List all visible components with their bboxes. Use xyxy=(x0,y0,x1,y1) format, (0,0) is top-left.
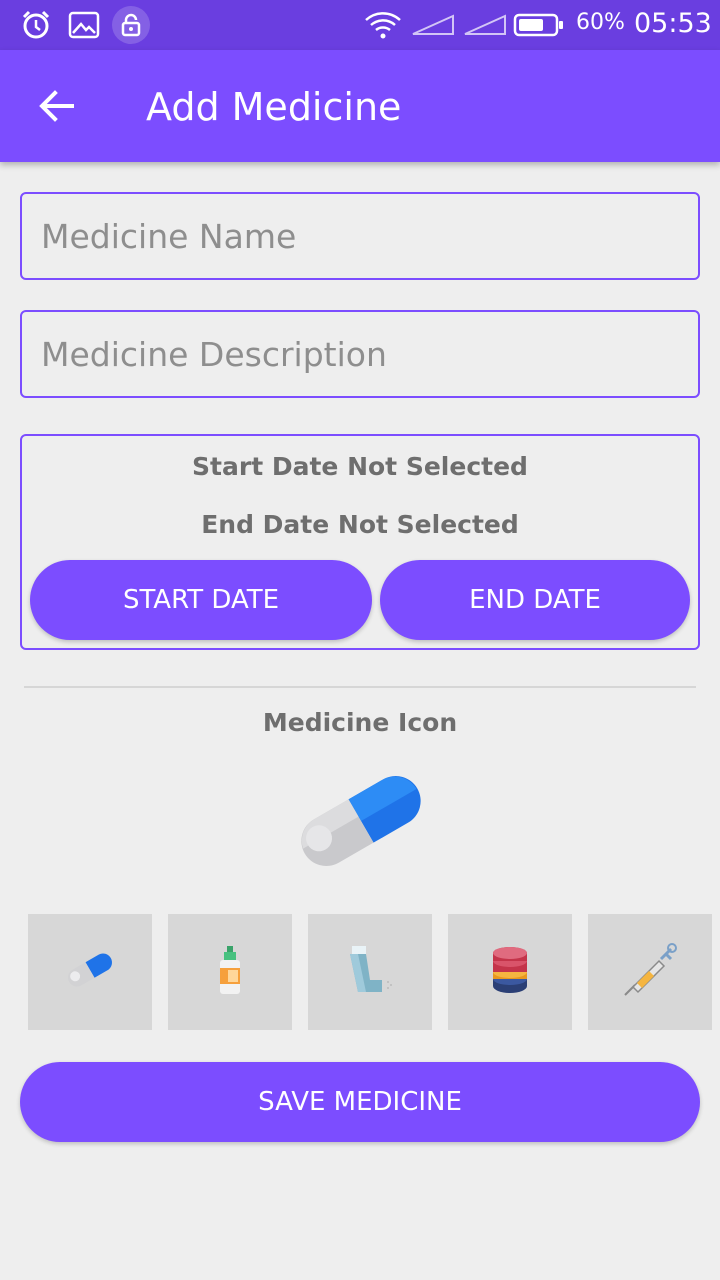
battery-icon xyxy=(512,8,566,42)
alarm-icon xyxy=(18,8,54,42)
icon-picker xyxy=(0,914,720,1030)
status-bar: 60% 05:53 xyxy=(0,0,720,50)
app-bar: Add Medicine xyxy=(0,50,720,162)
icon-option-dropper-bottle[interactable] xyxy=(168,914,292,1030)
wifi-icon xyxy=(362,8,404,42)
clock: 05:53 xyxy=(634,8,712,39)
medicine-icon-heading: Medicine Icon xyxy=(262,708,458,737)
capsule-icon xyxy=(286,760,436,882)
date-selection-panel: Start Date Not Selected End Date Not Sel… xyxy=(20,434,700,650)
start-date-status: Start Date Not Selected xyxy=(192,452,528,481)
icon-option-syringe[interactable] xyxy=(588,914,712,1030)
capsule-icon xyxy=(63,948,117,996)
medicine-name-field-container xyxy=(20,192,700,280)
end-date-button[interactable]: END DATE xyxy=(380,560,690,640)
icon-option-tablets-stack[interactable] xyxy=(448,914,572,1030)
medicine-description-input[interactable] xyxy=(22,312,698,396)
divider xyxy=(24,686,696,688)
back-button[interactable] xyxy=(32,84,80,132)
lock-icon xyxy=(112,6,150,44)
syringe-icon xyxy=(623,943,677,1001)
icon-option-inhaler[interactable] xyxy=(308,914,432,1030)
image-icon xyxy=(66,8,102,42)
battery-percent: 60% xyxy=(576,10,625,35)
icon-option-capsule[interactable] xyxy=(28,914,152,1030)
end-date-status: End Date Not Selected xyxy=(201,510,519,539)
inhaler-icon xyxy=(344,944,396,1000)
medicine-name-input[interactable] xyxy=(22,194,698,278)
page-title: Add Medicine xyxy=(146,85,402,129)
tablets-stack-icon xyxy=(490,944,530,1000)
signal-icon xyxy=(410,8,456,42)
signal-icon xyxy=(462,8,508,42)
dropper-bottle-icon xyxy=(215,944,245,1000)
arrow-left-icon xyxy=(38,90,74,126)
start-date-button[interactable]: START DATE xyxy=(30,560,372,640)
medicine-description-field-container xyxy=(20,310,700,398)
save-medicine-button[interactable]: SAVE MEDICINE xyxy=(20,1062,700,1142)
